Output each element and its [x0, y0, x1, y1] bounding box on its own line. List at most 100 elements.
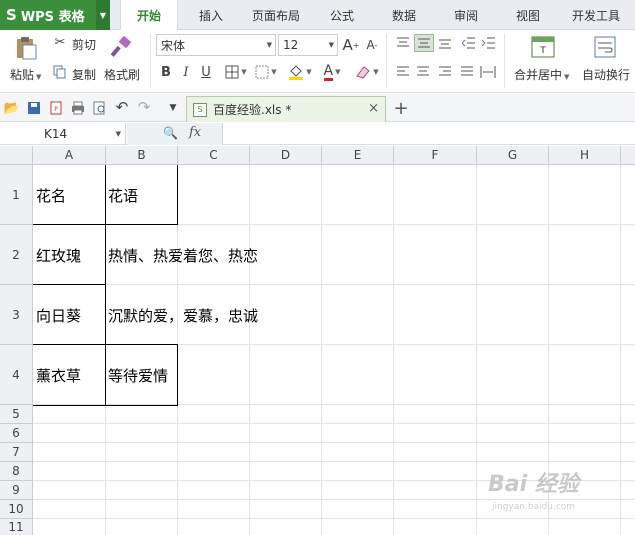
tab-review[interactable]: 审阅: [442, 0, 490, 30]
row-header-3[interactable]: 3: [0, 285, 33, 345]
wrap-text-icon[interactable]: [592, 34, 618, 60]
name-box[interactable]: K14 ▼: [0, 123, 126, 145]
font-name-select[interactable]: 宋体 ▼: [156, 34, 276, 56]
fill-color-button[interactable]: ▼: [286, 62, 314, 82]
ribbon-home: 粘贴 ▼ ✂ 剪切 复制 格式刷 宋体 ▼ 12 ▼ A + A- B I U ▼ ▼ …: [0, 30, 635, 93]
formula-tools: 🔍 fx: [127, 123, 223, 145]
italic-button[interactable]: I: [178, 63, 194, 81]
column-header-c[interactable]: C: [178, 146, 250, 165]
cell-a3[interactable]: 向日葵: [34, 285, 81, 345]
merge-center-icon[interactable]: T: [530, 34, 556, 60]
table-border: [177, 344, 178, 406]
tab-home[interactable]: 开始: [120, 0, 178, 31]
cell-b4[interactable]: 等待爱情: [106, 345, 168, 405]
column-header-e[interactable]: E: [322, 146, 394, 165]
align-left-icon[interactable]: [394, 64, 412, 80]
distributed-align-icon[interactable]: [478, 64, 498, 80]
column-header-b[interactable]: B: [106, 146, 178, 165]
paste-button[interactable]: 粘贴 ▼: [10, 66, 41, 83]
column-header-d[interactable]: D: [250, 146, 322, 165]
tab-page-layout[interactable]: 页面布局: [244, 0, 308, 30]
row-header-10[interactable]: 10: [0, 500, 33, 519]
shrink-font-button[interactable]: A-: [363, 35, 381, 55]
cell-b1[interactable]: 花语: [106, 165, 138, 225]
copy-button[interactable]: 复制: [72, 66, 96, 83]
increase-indent-icon[interactable]: [480, 35, 498, 51]
formula-input[interactable]: [224, 123, 635, 145]
cut-button[interactable]: 剪切: [72, 36, 96, 53]
print-icon[interactable]: [70, 100, 86, 116]
column-header-g[interactable]: G: [477, 146, 549, 165]
tab-insert[interactable]: 插入: [186, 0, 236, 30]
row-header-8[interactable]: 8: [0, 462, 33, 481]
underline-button[interactable]: U: [198, 63, 214, 81]
tab-formulas[interactable]: 公式: [318, 0, 366, 30]
row-header-4[interactable]: 4: [0, 345, 33, 405]
align-center-icon[interactable]: [414, 64, 432, 80]
redo-icon[interactable]: ↷: [136, 98, 152, 116]
justify-icon[interactable]: [458, 64, 476, 80]
row-header-9[interactable]: 9: [0, 481, 33, 500]
svg-text:T: T: [539, 46, 546, 56]
cell-b3[interactable]: 沉默的爱，爱慕，忠诚: [106, 285, 258, 345]
tab-data[interactable]: 数据: [380, 0, 428, 30]
undo-icon[interactable]: ↶: [114, 98, 130, 116]
format-painter-button[interactable]: 格式刷: [104, 66, 140, 83]
format-painter-icon[interactable]: [108, 34, 136, 62]
select-all-corner[interactable]: [0, 146, 33, 165]
align-right-icon[interactable]: [436, 64, 454, 80]
print-preview-icon[interactable]: [92, 100, 108, 116]
row-header-2[interactable]: 2: [0, 225, 33, 285]
scissors-icon[interactable]: ✂: [52, 34, 68, 50]
new-tab-button[interactable]: +: [392, 97, 410, 119]
copy-icon[interactable]: [52, 64, 68, 80]
font-size-select[interactable]: 12 ▼: [278, 34, 338, 56]
tab-view[interactable]: 视图: [504, 0, 552, 30]
cell-a1[interactable]: 花名: [34, 165, 66, 225]
column-header-f[interactable]: F: [394, 146, 477, 165]
cell-pattern-button[interactable]: ▼: [252, 63, 280, 81]
grow-font-button[interactable]: A +: [342, 35, 360, 55]
row-header-11[interactable]: 11: [0, 519, 33, 535]
column-header-h[interactable]: H: [549, 146, 621, 165]
row-header-5[interactable]: 5: [0, 405, 33, 424]
row-header-6[interactable]: 6: [0, 424, 33, 443]
gridline: [33, 423, 635, 424]
column-header-a[interactable]: A: [33, 146, 106, 165]
row-header-1[interactable]: 1: [0, 165, 33, 225]
tab-developer[interactable]: 开发工具: [564, 0, 628, 30]
merge-center-button[interactable]: 合并居中 ▼: [514, 66, 569, 83]
decrease-indent-icon[interactable]: [460, 35, 478, 51]
zoom-icon[interactable]: 🔍: [163, 126, 178, 140]
insert-function-button[interactable]: fx: [189, 125, 201, 140]
export-pdf-icon[interactable]: P: [48, 100, 64, 116]
align-middle-icon[interactable]: [414, 34, 434, 52]
gridline: [33, 442, 635, 443]
spreadsheet-file-icon: S: [193, 102, 207, 117]
close-icon[interactable]: ×: [368, 101, 379, 116]
paste-dropdown-icon[interactable]: ▼: [36, 73, 41, 81]
merge-dropdown-icon[interactable]: ▼: [564, 73, 569, 81]
align-bottom-icon[interactable]: [436, 35, 454, 51]
cell-a4[interactable]: 薰衣草: [34, 345, 81, 405]
gridline: [33, 461, 635, 462]
app-menu-dropdown-icon[interactable]: ▼: [96, 0, 110, 30]
cell-b2[interactable]: 热情、热爱着您、热恋: [106, 225, 258, 285]
wrap-text-button[interactable]: 自动换行: [582, 66, 630, 83]
align-top-icon[interactable]: [394, 35, 412, 51]
paste-icon[interactable]: [12, 34, 40, 62]
font-color-button[interactable]: A ▼: [318, 62, 346, 82]
bold-button[interactable]: B: [158, 63, 174, 81]
clear-format-button[interactable]: ▼: [354, 62, 380, 82]
borders-button[interactable]: ▼: [222, 63, 250, 81]
open-folder-icon[interactable]: 📂: [4, 100, 20, 116]
ribbon-separator: [504, 34, 505, 88]
save-icon[interactable]: [26, 100, 42, 116]
cell-a2[interactable]: 红玫瑰: [34, 225, 81, 285]
customize-toolbar-icon[interactable]: ▼: [166, 101, 180, 115]
row-header-7[interactable]: 7: [0, 443, 33, 462]
document-tab[interactable]: S 百度经验.xls * ×: [186, 96, 386, 122]
app-menu-button[interactable]: S WPS 表格: [0, 0, 96, 30]
column-header-partial[interactable]: [621, 146, 635, 165]
svg-text:P: P: [54, 106, 58, 113]
